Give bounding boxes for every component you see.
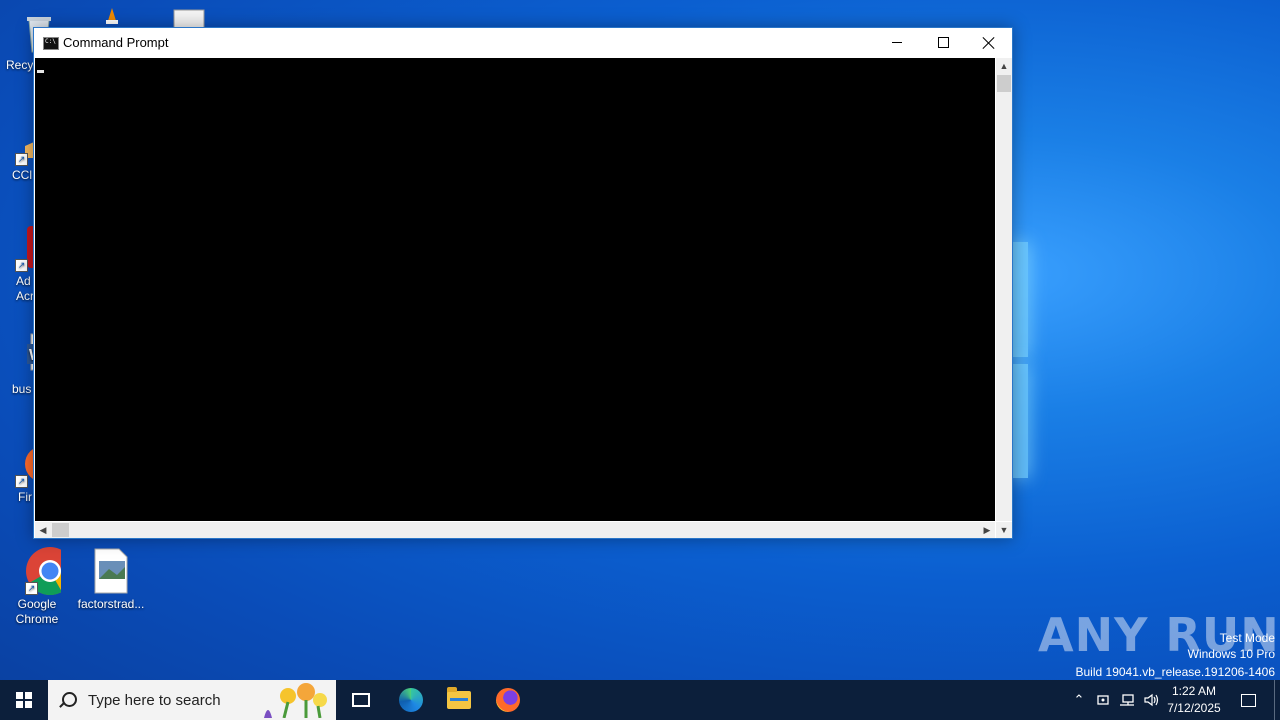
- cmd-icon: [43, 37, 59, 50]
- shortcut-arrow-icon: ↗: [15, 475, 28, 488]
- clock-time: 1:22 AM: [1171, 684, 1217, 698]
- file-explorer-icon: [447, 687, 471, 709]
- desktop-icon-factorstrad[interactable]: factorstrad...: [74, 547, 148, 612]
- network-adapter-icon: [1097, 695, 1109, 705]
- shortcut-arrow-icon: ↗: [15, 259, 28, 272]
- desktop-icon-google-chrome[interactable]: ↗ Google Chrome: [0, 547, 74, 627]
- shortcut-arrow-icon: ↗: [25, 582, 38, 595]
- clock-date: 7/12/2025: [1167, 701, 1221, 715]
- minimize-button[interactable]: [874, 28, 920, 57]
- task-view-button[interactable]: [336, 680, 384, 720]
- windows-edition-label: Windows 10 Pro: [1187, 647, 1275, 661]
- taskbar-search-box[interactable]: Type here to search: [48, 680, 336, 720]
- maximize-button[interactable]: [920, 28, 966, 57]
- vertical-scrollbar[interactable]: ▲: [996, 58, 1012, 521]
- shortcut-arrow-icon: ↗: [15, 153, 28, 166]
- title-bar[interactable]: Command Prompt: [34, 28, 1012, 57]
- network-tray-button[interactable]: [1116, 680, 1138, 720]
- network-adapter-tray-button[interactable]: [1093, 680, 1113, 720]
- file-explorer-taskbar-button[interactable]: [435, 680, 483, 720]
- windows-logo-wallpaper: [1012, 242, 1030, 480]
- notification-icon: [1240, 693, 1256, 707]
- chrome-icon: ↗: [13, 547, 74, 596]
- edge-icon: [399, 688, 423, 712]
- close-icon: [983, 37, 995, 49]
- taskbar-clock[interactable]: 1:22 AM 7/12/2025: [1154, 683, 1234, 717]
- show-desktop-button[interactable]: [1274, 680, 1280, 720]
- action-center-button[interactable]: [1230, 680, 1266, 720]
- search-highlight-flowers-icon: [264, 683, 327, 718]
- windows-start-icon: [16, 692, 32, 708]
- test-mode-label: Test Mode: [1219, 631, 1275, 645]
- task-view-icon: [352, 693, 370, 707]
- firefox-taskbar-button[interactable]: [484, 680, 532, 720]
- start-button[interactable]: [0, 680, 48, 720]
- network-icon: [1120, 694, 1134, 706]
- desktop-icon-label: Google Chrome: [15, 597, 59, 626]
- show-hidden-icons-button[interactable]: ⌃: [1068, 680, 1090, 720]
- image-file-icon: [87, 547, 135, 595]
- edge-taskbar-button[interactable]: [387, 680, 435, 720]
- text-cursor: [37, 70, 44, 73]
- minimize-icon: [892, 42, 902, 43]
- horizontal-scrollbar[interactable]: ◀ ▶: [35, 522, 995, 538]
- search-placeholder: Type here to search: [88, 692, 221, 709]
- build-label: Build 19041.vb_release.191206-1406: [1075, 665, 1276, 679]
- scroll-down-arrow-icon[interactable]: ▼: [996, 522, 1012, 538]
- search-icon: [62, 692, 77, 707]
- console-output-area[interactable]: [35, 58, 995, 521]
- maximize-icon: [937, 37, 949, 48]
- firefox-icon: [496, 688, 520, 712]
- scroll-left-arrow-icon[interactable]: ◀: [35, 522, 51, 538]
- scroll-up-arrow-icon[interactable]: ▲: [996, 58, 1012, 74]
- window-title: Command Prompt: [63, 35, 169, 50]
- horizontal-scroll-thumb[interactable]: [52, 523, 69, 537]
- command-prompt-window[interactable]: Command Prompt ▲ ◀ ▶ ▼: [33, 27, 1013, 539]
- close-button[interactable]: [966, 28, 1012, 57]
- desktop-icon-label: factorstrad...: [77, 597, 145, 611]
- desktop-icon-label: Ad Acr: [16, 274, 34, 303]
- chevron-up-icon: ⌃: [1073, 692, 1085, 707]
- taskbar: Type here to search ⌃ 1:22 AM 7/12/2025: [0, 680, 1280, 720]
- vertical-scroll-thumb[interactable]: [997, 75, 1011, 92]
- scroll-right-arrow-icon[interactable]: ▶: [979, 522, 995, 538]
